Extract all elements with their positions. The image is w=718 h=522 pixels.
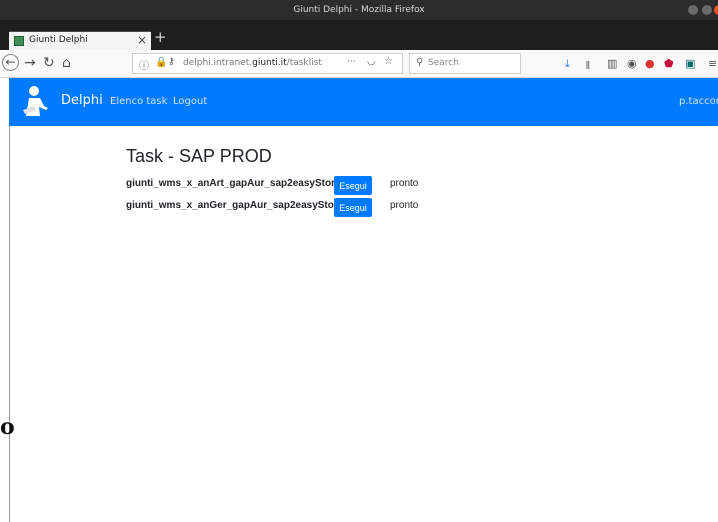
close-window-button[interactable] (714, 5, 718, 15)
sidebar-icon[interactable]: ▥ (607, 57, 617, 70)
library-icon[interactable]: 𝍪 (586, 57, 590, 76)
esegui-button[interactable]: Esegui (334, 198, 372, 217)
extension-badge-icon[interactable]: ● (645, 57, 655, 70)
forward-icon[interactable]: → (24, 55, 36, 71)
menu-icon[interactable]: ≡ (708, 57, 717, 70)
reload-icon[interactable]: ↻ (43, 55, 55, 71)
nav-elenco-task[interactable]: Elenco task (110, 96, 167, 107)
task-status: pronto (390, 178, 419, 189)
permissions-icon[interactable]: ⚷ (168, 57, 175, 67)
window-titlebar: Giunti Delphi - Mozilla Firefox (0, 0, 718, 20)
url-text: delphi.intranet.giunti.it/tasklist (183, 58, 322, 68)
nav-logout[interactable]: Logout (173, 96, 207, 107)
brand-link[interactable]: Delphi (61, 93, 103, 108)
insecure-lock-icon[interactable]: 🔒 (155, 57, 167, 68)
page-title: Task - SAP PROD (126, 146, 272, 166)
url-bar[interactable]: ⓘ 🔒 ⚷ delphi.intranet.giunti.it/tasklist… (132, 53, 403, 74)
downloads-icon[interactable]: ⤓ (565, 57, 570, 71)
minimize-button[interactable] (688, 5, 698, 15)
maximize-button[interactable] (702, 5, 712, 15)
back-icon[interactable]: ← (2, 54, 19, 71)
esegui-button[interactable]: Esegui (334, 176, 372, 195)
new-tab-button[interactable]: + (154, 28, 167, 46)
page-actions-icon[interactable]: ··· (347, 57, 356, 67)
app-navbar: Delphi Elenco task Logout p.tacconi (9, 78, 718, 126)
favicon-icon (14, 36, 24, 46)
account-icon[interactable]: ◉ (627, 57, 637, 70)
task-status: pronto (390, 200, 419, 211)
task-name: giunti_wms_x_anGer_gapAur_sap2easyStor (126, 200, 338, 211)
pocket-icon[interactable]: ◡ (367, 56, 376, 67)
user-name[interactable]: p.tacconi (679, 96, 718, 107)
stray-glyph: o (0, 414, 15, 440)
search-placeholder: Search (428, 58, 459, 68)
home-icon[interactable]: ⌂ (62, 55, 71, 71)
ublock-shield-icon[interactable]: ⬟ (664, 57, 674, 70)
close-tab-icon[interactable]: × (137, 33, 147, 47)
delphi-logo-icon (23, 86, 48, 116)
tab-giunti-delphi[interactable]: Giunti Delphi × (9, 31, 151, 51)
search-icon: ⚲ (416, 57, 424, 68)
bookmark-star-icon[interactable]: ☆ (384, 56, 393, 67)
tab-title: Giunti Delphi (29, 35, 88, 45)
extension-icon[interactable]: ▣ (685, 57, 695, 70)
info-icon[interactable]: ⓘ (139, 57, 149, 72)
content-left-border (9, 126, 10, 522)
search-input[interactable]: ⚲ Search (409, 53, 521, 74)
window-title: Giunti Delphi - Mozilla Firefox (293, 5, 425, 15)
task-name: giunti_wms_x_anArt_gapAur_sap2easyStor (126, 178, 335, 189)
